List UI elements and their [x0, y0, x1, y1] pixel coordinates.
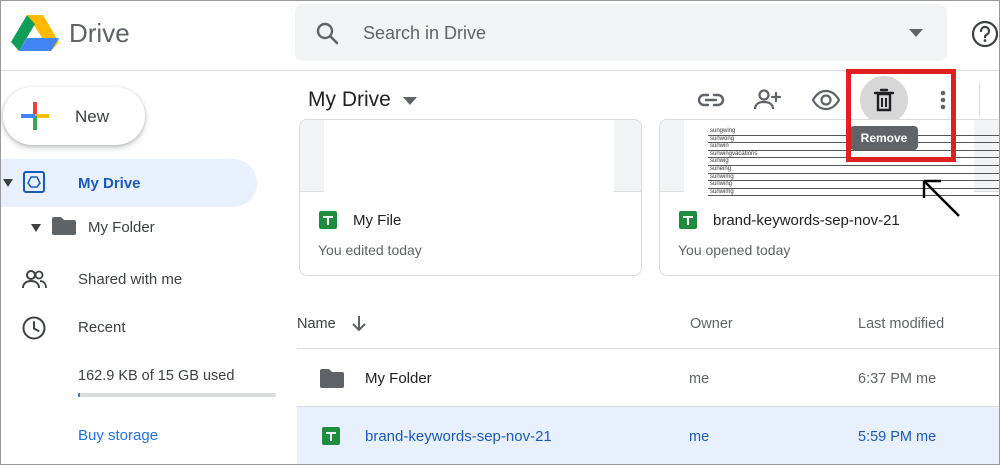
search-input[interactable]: Search in Drive [363, 23, 486, 44]
top-bar: Drive Search in Drive [1, 1, 999, 71]
row-modified-by: me [916, 429, 937, 445]
storage-usage-fill [78, 393, 80, 397]
sheets-icon [322, 427, 340, 445]
sidebar-item-my-folder[interactable]: My Folder [1, 211, 261, 243]
row-modified-time: 5:59 PM [858, 429, 912, 445]
search-icon[interactable] [315, 21, 339, 45]
share-add-person-icon[interactable] [753, 85, 783, 115]
file-activity: You opened today [678, 242, 791, 258]
sheets-icon [319, 211, 337, 229]
search-options-caret-icon[interactable] [909, 29, 923, 37]
suggested-file-card[interactable]: My File You edited today [299, 119, 642, 276]
pointer-arrow-icon [922, 179, 960, 217]
title-dropdown-caret-icon[interactable] [403, 97, 417, 105]
file-name: brand-keywords-sep-nov-21 [713, 212, 900, 229]
table-row[interactable]: brand-keywords-sep-nov-21 me 5:59 PM me [297, 407, 999, 464]
preview-eye-icon[interactable] [811, 85, 841, 115]
my-drive-icon [23, 171, 45, 193]
column-header-owner[interactable]: Owner [690, 316, 733, 332]
clock-icon [22, 316, 46, 340]
plus-icon [21, 102, 49, 130]
link-icon[interactable] [696, 85, 726, 115]
column-header-last-modified[interactable]: Last modified [858, 316, 944, 332]
sort-arrow-down-icon[interactable] [350, 314, 368, 332]
expand-caret-icon[interactable] [3, 179, 13, 187]
sheet-preview-rows: sungwing sunwong sunwin sunwingvacations sun… [708, 128, 999, 197]
sheets-icon [679, 211, 697, 229]
folder-icon [320, 369, 344, 388]
storage-usage-bar [78, 393, 276, 397]
file-preview [300, 120, 641, 192]
storage-usage-text: 162.9 KB of 15 GB used [78, 368, 235, 384]
sidebar-item-recent[interactable]: Recent [1, 309, 261, 345]
row-owner: me [689, 371, 710, 387]
sidebar-item-label: My Folder [88, 219, 155, 236]
new-button[interactable]: New [3, 87, 145, 145]
row-name: My Folder [365, 370, 432, 387]
drive-window: Drive Search in Drive New My Drive My Fo… [0, 0, 1000, 465]
column-header-name[interactable]: Name [297, 316, 336, 332]
row-modified: 6:37 PM me [858, 371, 936, 387]
page-title[interactable]: My Drive [308, 88, 391, 112]
buy-storage-link[interactable]: Buy storage [78, 427, 158, 444]
highlight-annotation-box [846, 69, 956, 162]
row-name: brand-keywords-sep-nov-21 [365, 428, 552, 445]
file-activity: You edited today [318, 242, 422, 258]
toolbar-divider [979, 83, 980, 117]
sheet-preview-row: suneing [708, 166, 999, 174]
folder-icon [52, 217, 76, 235]
sidebar-item-label: Shared with me [78, 271, 183, 288]
table-row[interactable]: My Folder me 6:37 PM me [297, 349, 999, 407]
people-icon [22, 270, 47, 289]
help-icon[interactable] [971, 20, 999, 48]
new-button-label: New [75, 107, 110, 126]
sidebar-item-label: My Drive [78, 175, 141, 192]
file-name: My File [353, 212, 402, 229]
sidebar-item-my-drive[interactable]: My Drive [1, 159, 257, 207]
row-owner: me [689, 429, 710, 445]
row-modified-time: 6:37 PM [858, 371, 912, 387]
drive-brand-label[interactable]: Drive [69, 18, 130, 49]
row-modified: 5:59 PM me [858, 429, 936, 445]
row-modified-by: me [916, 371, 937, 387]
preview-page [324, 120, 614, 192]
sidebar-item-shared[interactable]: Shared with me [1, 261, 261, 297]
expand-caret-icon[interactable] [31, 224, 41, 232]
sidebar-item-label: Recent [78, 319, 126, 336]
drive-logo-icon[interactable] [11, 13, 59, 53]
search-bar[interactable]: Search in Drive [295, 4, 947, 61]
